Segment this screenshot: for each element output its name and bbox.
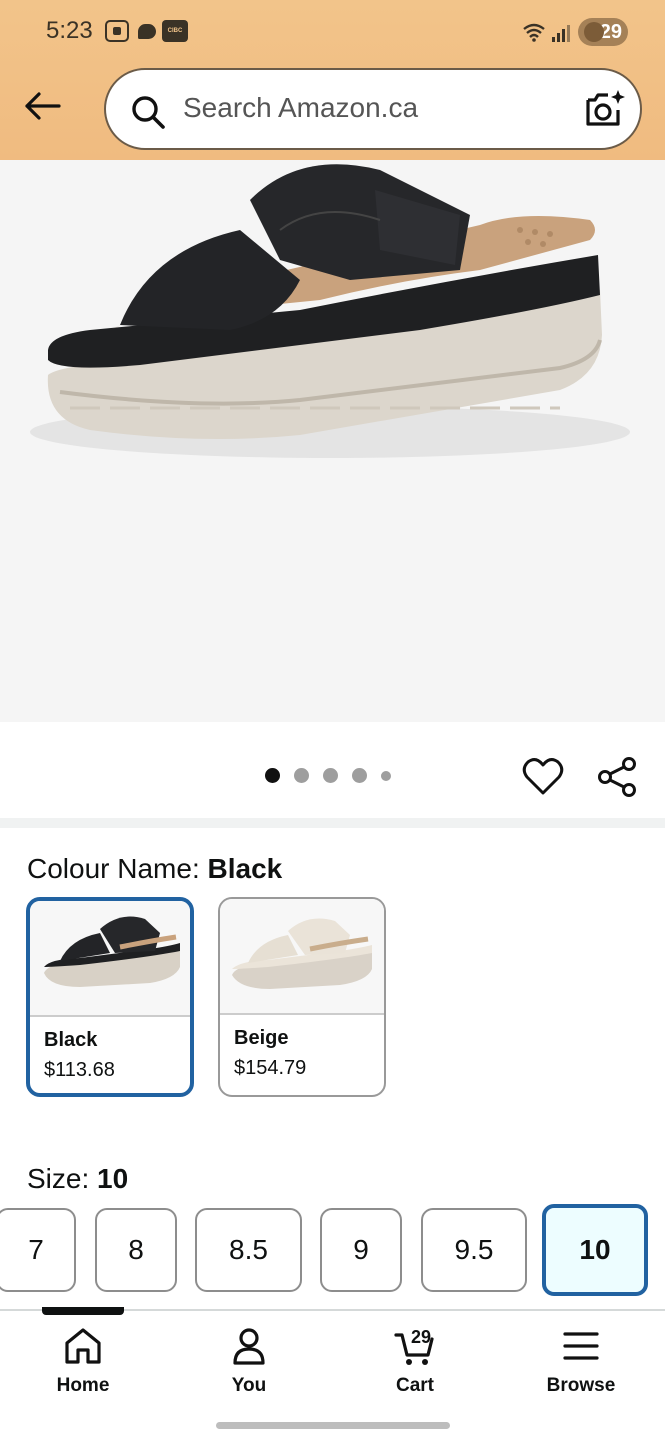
nav-you-label: You	[231, 1375, 267, 1396]
section-divider	[0, 818, 665, 828]
back-button[interactable]	[20, 86, 64, 126]
black-sandal-image	[30, 164, 630, 458]
image-pagination[interactable]	[265, 768, 391, 783]
nav-cart-label: Cart	[395, 1375, 434, 1396]
page-dot[interactable]	[352, 768, 367, 783]
battery-saver-icon	[584, 22, 604, 42]
app-header: 5:23 CIBC 29 Search Amazon.ca	[0, 0, 665, 160]
heart-icon[interactable]	[522, 756, 564, 798]
chat-bubble-icon	[136, 20, 158, 42]
camera-icon[interactable]	[584, 88, 626, 130]
nav-browse[interactable]: Browse	[521, 1325, 641, 1405]
cibc-app-icon: CIBC	[162, 20, 188, 42]
size-option-selected[interactable]: 10	[542, 1204, 648, 1296]
nav-you[interactable]: You	[189, 1325, 309, 1405]
size-option[interactable]: 9.5	[421, 1208, 527, 1292]
page-dot[interactable]	[323, 768, 338, 783]
page-dot[interactable]	[294, 768, 309, 783]
bottom-nav: Home You 29 Cart Browse	[0, 1307, 665, 1440]
nav-browse-label: Browse	[546, 1375, 616, 1396]
colour-label: Colour Name:	[27, 853, 208, 884]
battery-indicator: 29	[578, 18, 628, 46]
colour-option-beige[interactable]: Beige $154.79	[218, 897, 386, 1097]
size-label: Size:	[27, 1163, 98, 1194]
colour-selected-value: Black	[207, 853, 283, 884]
colour-option-price: $154.79	[234, 1057, 307, 1079]
beige-sandal-thumbnail	[220, 899, 384, 1015]
active-tab-indicator	[42, 1307, 124, 1315]
size-selected-value: 10	[97, 1163, 129, 1194]
colour-option-name: Black	[44, 1029, 98, 1051]
colour-option-name: Beige	[234, 1027, 289, 1049]
nav-cart[interactable]: 29 Cart	[355, 1325, 475, 1405]
gallery-controls	[0, 722, 665, 818]
screenshot-icon	[105, 20, 129, 42]
nav-home-label: Home	[56, 1375, 110, 1396]
cart-count-badge: 29	[411, 1327, 432, 1347]
product-image[interactable]	[0, 160, 665, 722]
size-option[interactable]: 9	[320, 1208, 402, 1292]
size-option[interactable]: 8.5	[195, 1208, 302, 1292]
status-bar: 5:23 CIBC 29	[0, 0, 665, 62]
search-input[interactable]: Search Amazon.ca	[183, 92, 418, 124]
person-icon	[233, 1328, 265, 1365]
home-icon	[65, 1328, 101, 1364]
gesture-home-bar[interactable]	[216, 1422, 450, 1429]
size-option[interactable]: 8	[95, 1208, 177, 1292]
menu-icon	[563, 1332, 599, 1360]
share-icon[interactable]	[596, 756, 638, 798]
nav-home[interactable]: Home	[23, 1325, 143, 1405]
back-arrow-icon	[25, 92, 61, 120]
colour-option-black[interactable]: Black $113.68	[26, 897, 194, 1097]
size-heading: Size: 10	[27, 1163, 128, 1195]
page-dot[interactable]	[265, 768, 280, 783]
search-icon	[132, 96, 165, 129]
colour-heading: Colour Name: Black	[27, 853, 282, 885]
black-sandal-thumbnail	[30, 901, 190, 1017]
colour-option-price: $113.68	[44, 1059, 115, 1081]
page-dot[interactable]	[381, 770, 391, 781]
size-option[interactable]: 7	[0, 1208, 76, 1292]
wifi-icon	[523, 23, 545, 42]
search-bar[interactable]: Search Amazon.ca	[104, 68, 642, 150]
cell-signal-icon	[552, 22, 572, 42]
status-time: 5:23	[46, 17, 93, 44]
